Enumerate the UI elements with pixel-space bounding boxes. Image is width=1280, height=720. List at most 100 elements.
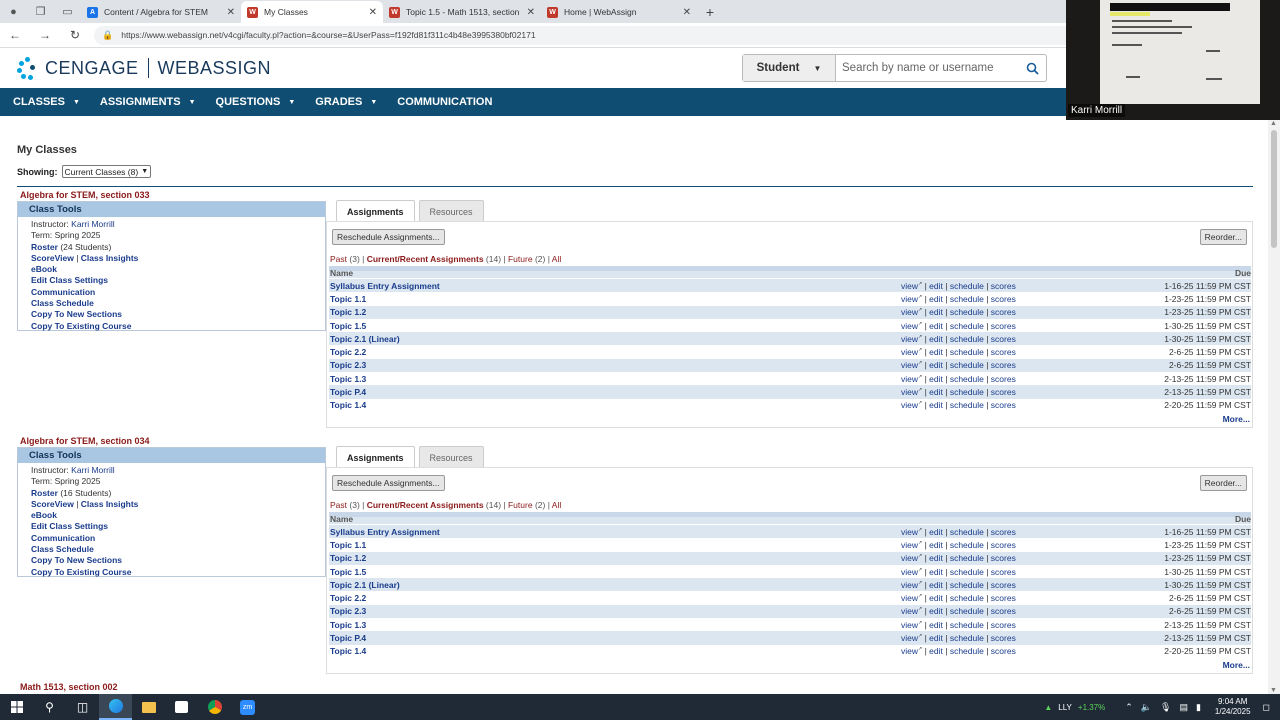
- scroll-up-icon[interactable]: ▲: [1270, 120, 1277, 127]
- action-schedule-link[interactable]: schedule: [950, 321, 984, 331]
- close-icon[interactable]: ✕: [227, 7, 235, 18]
- reorder-button[interactable]: Reorder...: [1199, 229, 1247, 245]
- action-schedule-link[interactable]: schedule: [950, 606, 984, 616]
- reschedule-assignments-button[interactable]: Reschedule Assignments...: [332, 229, 445, 245]
- action-scores-link[interactable]: scores: [991, 321, 1016, 331]
- action-scores-link[interactable]: scores: [991, 633, 1016, 643]
- chevron-up-icon[interactable]: ⌃: [1125, 702, 1133, 713]
- action-scores-link[interactable]: scores: [991, 540, 1016, 550]
- cengage-webassign-logo[interactable]: CENGAGE WEBASSIGN: [17, 57, 271, 80]
- assignment-name-link[interactable]: Topic 2.3: [330, 606, 366, 616]
- search-input[interactable]: [836, 55, 1018, 81]
- class-tool-link[interactable]: Edit Class Settings: [31, 275, 108, 285]
- assignment-name-link[interactable]: Topic P.4: [330, 633, 366, 643]
- assignment-name-link[interactable]: Topic 1.3: [330, 374, 366, 384]
- assignment-name-link[interactable]: Topic 1.5: [330, 567, 366, 577]
- browser-tab[interactable]: W Home | WebAssign ✕: [541, 1, 697, 23]
- action-schedule-link[interactable]: schedule: [950, 374, 984, 384]
- action-scores-link[interactable]: scores: [991, 387, 1016, 397]
- action-scores-link[interactable]: scores: [991, 281, 1016, 291]
- action-view-link[interactable]: view: [901, 606, 918, 616]
- class-insights-link[interactable]: Class Insights: [81, 499, 139, 509]
- action-edit-link[interactable]: edit: [929, 646, 943, 656]
- network-icon[interactable]: ▤: [1179, 702, 1188, 713]
- action-view-link[interactable]: view: [901, 294, 918, 304]
- course-name[interactable]: Math 1513, section 002: [20, 682, 118, 692]
- instructor-link[interactable]: Karri Morrill: [71, 219, 114, 229]
- action-view-link[interactable]: view: [901, 593, 918, 603]
- assignment-name-link[interactable]: Topic 1.1: [330, 294, 366, 304]
- action-edit-link[interactable]: edit: [929, 334, 943, 344]
- filter-current[interactable]: Current/Recent Assignments: [367, 500, 484, 510]
- clock[interactable]: 9:04 AM 1/24/2025: [1215, 697, 1251, 717]
- action-scores-link[interactable]: scores: [991, 527, 1016, 537]
- nav-classes[interactable]: CLASSES ▼: [13, 96, 80, 108]
- class-tool-link[interactable]: Copy To New Sections: [31, 309, 122, 319]
- forward-button[interactable]: →: [30, 28, 60, 42]
- class-tool-link[interactable]: eBook: [31, 510, 57, 520]
- class-tool-link[interactable]: Communication: [31, 533, 95, 543]
- action-view-link[interactable]: view: [901, 281, 918, 291]
- action-edit-link[interactable]: edit: [929, 527, 943, 537]
- action-schedule-link[interactable]: schedule: [950, 294, 984, 304]
- assignment-name-link[interactable]: Topic P.4: [330, 387, 366, 397]
- workspaces-icon[interactable]: ❐: [27, 0, 54, 23]
- assignment-name-link[interactable]: Topic 1.4: [330, 646, 366, 656]
- showing-select[interactable]: Current Classes (8) ▼: [61, 165, 152, 178]
- assignment-name-link[interactable]: Topic 2.3: [330, 360, 366, 370]
- class-insights-link[interactable]: Class Insights: [81, 253, 139, 263]
- assignment-name-link[interactable]: Syllabus Entry Assignment: [330, 527, 440, 537]
- action-view-link[interactable]: view: [901, 620, 918, 630]
- action-scores-link[interactable]: scores: [991, 606, 1016, 616]
- store-icon[interactable]: [165, 694, 198, 720]
- speaker-icon[interactable]: 🔈: [1141, 702, 1152, 713]
- filter-future[interactable]: Future: [508, 254, 533, 264]
- action-schedule-link[interactable]: schedule: [950, 540, 984, 550]
- action-schedule-link[interactable]: schedule: [950, 360, 984, 370]
- tab-actions-icon[interactable]: ▭: [54, 0, 81, 23]
- role-select[interactable]: Student ▼: [743, 55, 836, 81]
- microphone-icon[interactable]: 🎙: [1160, 702, 1171, 713]
- action-view-link[interactable]: view: [901, 580, 918, 590]
- action-edit-link[interactable]: edit: [929, 400, 943, 410]
- action-scores-link[interactable]: scores: [991, 400, 1016, 410]
- assignment-name-link[interactable]: Topic 2.2: [330, 593, 366, 603]
- tab-assignments[interactable]: Assignments: [336, 200, 415, 222]
- action-scores-link[interactable]: scores: [991, 360, 1016, 370]
- action-edit-link[interactable]: edit: [929, 374, 943, 384]
- action-scores-link[interactable]: scores: [991, 567, 1016, 577]
- nav-questions[interactable]: QUESTIONS ▼: [216, 96, 296, 108]
- scrollbar-thumb[interactable]: [1271, 130, 1277, 248]
- close-icon[interactable]: ✕: [369, 7, 377, 18]
- action-edit-link[interactable]: edit: [929, 593, 943, 603]
- action-scores-link[interactable]: scores: [991, 593, 1016, 603]
- action-scores-link[interactable]: scores: [991, 620, 1016, 630]
- assignment-name-link[interactable]: Topic 1.1: [330, 540, 366, 550]
- action-schedule-link[interactable]: schedule: [950, 334, 984, 344]
- scoreview-link[interactable]: ScoreView: [31, 253, 74, 263]
- scoreview-link[interactable]: ScoreView: [31, 499, 74, 509]
- filter-all[interactable]: All: [552, 254, 561, 264]
- action-schedule-link[interactable]: schedule: [950, 400, 984, 410]
- action-view-link[interactable]: view: [901, 567, 918, 577]
- action-view-link[interactable]: view: [901, 347, 918, 357]
- scroll-down-icon[interactable]: ▼: [1270, 687, 1277, 694]
- action-edit-link[interactable]: edit: [929, 294, 943, 304]
- class-tool-link[interactable]: eBook: [31, 264, 57, 274]
- action-view-link[interactable]: view: [901, 334, 918, 344]
- tab-assignments[interactable]: Assignments: [336, 446, 415, 468]
- assignment-name-link[interactable]: Topic 1.2: [330, 553, 366, 563]
- action-edit-link[interactable]: edit: [929, 606, 943, 616]
- action-view-link[interactable]: view: [901, 374, 918, 384]
- action-view-link[interactable]: view: [901, 307, 918, 317]
- assignment-name-link[interactable]: Topic 2.2: [330, 347, 366, 357]
- edge-browser-icon[interactable]: [99, 694, 132, 720]
- action-edit-link[interactable]: edit: [929, 360, 943, 370]
- close-icon[interactable]: ✕: [527, 7, 535, 18]
- action-scores-link[interactable]: scores: [991, 374, 1016, 384]
- close-icon[interactable]: ✕: [683, 7, 691, 18]
- class-tool-link[interactable]: Copy To Existing Course: [31, 321, 131, 331]
- class-tool-link[interactable]: Edit Class Settings: [31, 521, 108, 531]
- tab-resources[interactable]: Resources: [418, 446, 484, 468]
- action-edit-link[interactable]: edit: [929, 540, 943, 550]
